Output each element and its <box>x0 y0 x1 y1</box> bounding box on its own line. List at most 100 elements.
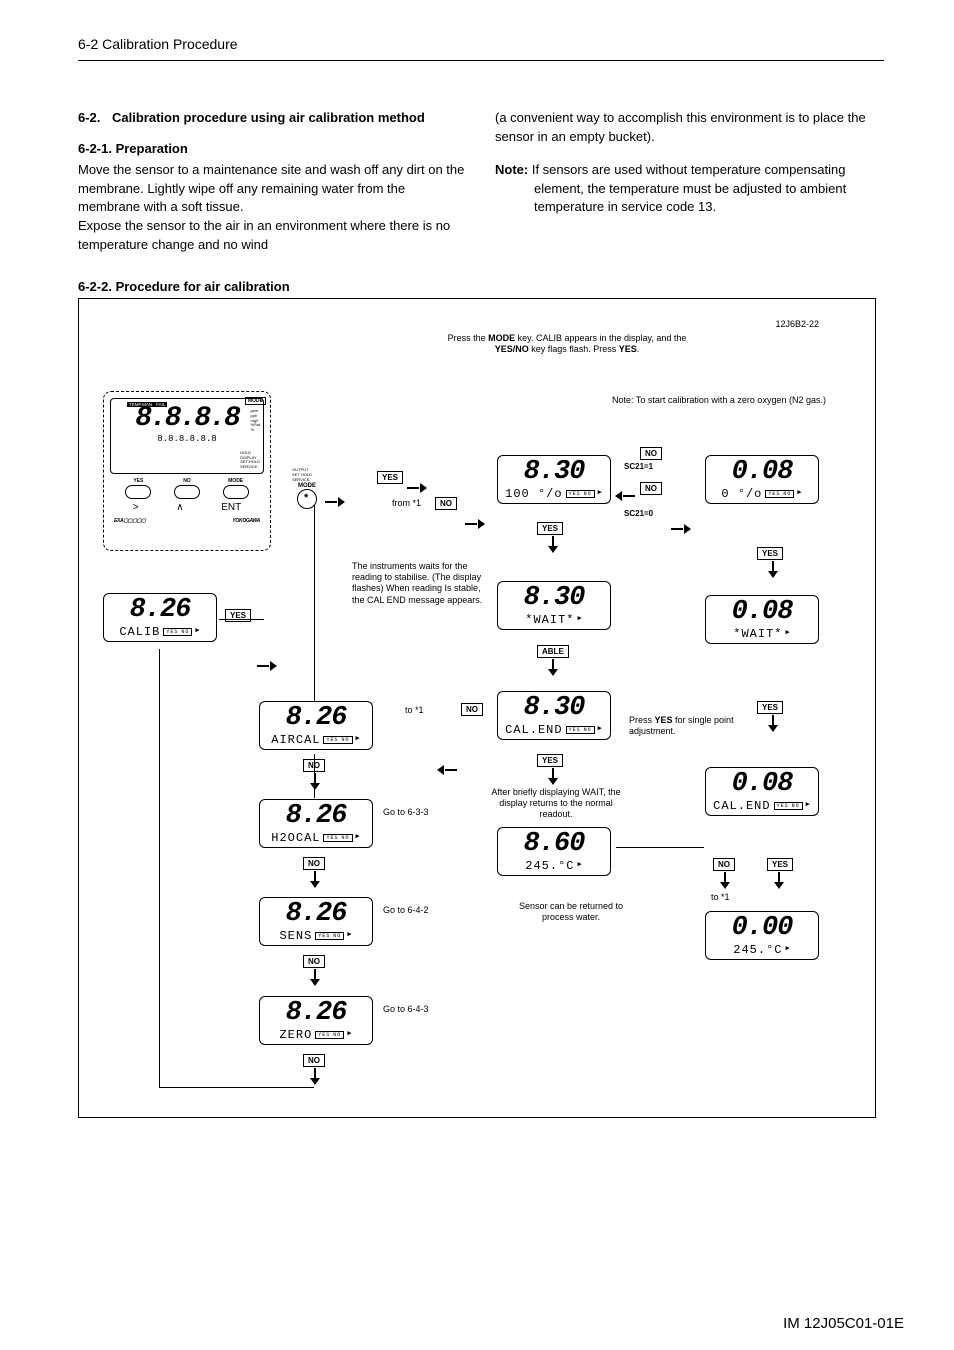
key-no: NO <box>303 1054 325 1067</box>
header-rule <box>78 60 884 61</box>
yes-no-icon: YESNO <box>566 726 595 734</box>
prep-body-b: Expose the sensor to the air in an envir… <box>78 217 467 255</box>
yes-no-icon: YESNO <box>774 802 803 810</box>
lcd-sub: SENS <box>279 929 312 943</box>
arrow-icon <box>547 536 559 554</box>
device-buttons-row1: YES NO MODE <box>110 478 264 499</box>
sensor-return-text: Sensor can be returned to process water. <box>511 901 631 924</box>
device-footer: EXA▢▢▢▢▢ YOKOGAWA <box>110 513 264 524</box>
lcd-sub: H2OCAL <box>271 831 320 845</box>
arrow-icon <box>325 497 345 507</box>
key-no: NO <box>303 955 325 968</box>
lcd-sub: *WAIT* <box>525 613 574 627</box>
after-wait-text: After briefly displaying WAIT, the displ… <box>491 787 621 821</box>
lcd-aircal: 8.26 AIRCALYESNO▶ <box>259 701 373 750</box>
page-header: 6-2 Calibration Procedure <box>78 36 884 52</box>
device-btn-yes[interactable] <box>125 485 151 499</box>
goto-633: Go to 6-3-3 <box>383 807 433 818</box>
arrow-icon <box>719 872 731 890</box>
note-body: If sensors are used without temperature … <box>532 162 846 215</box>
note-block: Note: If sensors are used without temper… <box>495 161 884 218</box>
lcd-sub: 245.°C <box>525 859 574 873</box>
arrow-icon <box>671 524 691 534</box>
device-units: ppm ppb mg/l %Sat % <box>250 409 260 433</box>
lcd-h2ocal: 8.26 H2OCALYESNO▶ <box>259 799 373 848</box>
arrow-icon <box>309 871 321 889</box>
intro-text: Press the MODE key. CALIB appears in the… <box>319 333 815 356</box>
zero-oxygen-note: Note: To start calibration with a zero o… <box>599 395 839 406</box>
to-star1-label: to *1 <box>405 705 424 716</box>
lcd-sub: 245.°C <box>733 943 782 957</box>
flow-line <box>616 847 704 848</box>
intro-yesno: YES/NO <box>495 344 529 354</box>
left-column: 6-2. Calibration procedure using air cal… <box>78 109 467 255</box>
arrow-icon <box>615 491 635 501</box>
key-yes: YES <box>757 701 783 714</box>
device-brand-right: YOKOGAWA <box>232 518 260 524</box>
goto-642: Go to 6-4-2 <box>383 905 433 916</box>
flow-line <box>219 619 264 620</box>
device-brand-left: EXA▢▢▢▢▢ <box>114 518 146 524</box>
diagram-frame: 12J6B2-22 Press the MODE key. CALIB appe… <box>78 298 876 1118</box>
key-no: NO <box>435 497 457 510</box>
arrow-icon <box>767 715 779 733</box>
arrow-icon <box>437 765 457 775</box>
intro-a: Press the <box>448 333 489 343</box>
flow-line <box>314 505 315 701</box>
device-topbar: TEMP.MAN FAIL <box>127 402 167 407</box>
yes-no-icon: YESNO <box>163 628 192 636</box>
key-able: ABLE <box>537 645 569 658</box>
lcd-sens: 8.26 SENSYESNO▶ <box>259 897 373 946</box>
lcd-sub: CAL.END <box>505 723 562 737</box>
intro-d: . <box>637 344 640 354</box>
topbar-fail: FAIL <box>156 402 165 407</box>
single-point-text: Press YES for single point adjustment. <box>629 715 739 738</box>
intro-mode-key: MODE <box>488 333 515 343</box>
body-columns: 6-2. Calibration procedure using air cal… <box>78 109 884 255</box>
key-no: NO <box>461 703 483 716</box>
device-btn-no[interactable] <box>174 485 200 499</box>
key-yes: YES <box>757 547 783 560</box>
device-buttons-row2: > ∧ ENT <box>110 499 264 513</box>
lcd-sub: CALIB <box>119 625 160 639</box>
footer-doc-code: IM 12J05C01-01E <box>783 1315 904 1332</box>
lcd-830-calend: 8.30 CAL.ENDYESNO▶ <box>497 691 611 740</box>
sc21-1-label: SC21=1 <box>624 462 653 472</box>
prep-body-a: Move the sensor to a maintenance site an… <box>78 161 467 218</box>
device-side-labels: OUTPUT SET HOLD SERVICE <box>292 468 312 482</box>
lcd-sub: CAL.END <box>713 799 770 813</box>
device-panel: TEMP.MAN FAIL MODE 8.8.8.8 8.8.8.8.8.8 p… <box>103 391 271 551</box>
arrow-icon <box>309 1068 321 1086</box>
lcd-008-calend: 0.08 CAL.ENDYESNO▶ <box>705 767 819 816</box>
arrow-icon <box>547 768 559 786</box>
key-yes: YES <box>377 471 403 484</box>
device-readout-sub: 8.8.8.8.8.8 <box>111 434 263 444</box>
lcd-830-100: 8.30 100 °/oYESNO▶ <box>497 455 611 504</box>
flow-line <box>314 754 315 798</box>
arrow-icon <box>309 773 321 791</box>
yes-no-icon: YESNO <box>315 932 344 940</box>
key-yes: YES <box>225 609 251 622</box>
lcd-zero: 8.26 ZEROYESNO▶ <box>259 996 373 1045</box>
arrow-icon <box>547 659 559 677</box>
lcd-calib: 8.26 CALIBYESNO▶ <box>103 593 217 642</box>
key-no: NO <box>640 447 662 460</box>
yes-no-icon: YESNO <box>765 490 794 498</box>
lcd-008-wait: 0.08 *WAIT*▶ <box>705 595 819 644</box>
key-yes: YES <box>537 754 563 767</box>
device-mode-tag: MODE <box>245 397 266 405</box>
section-title: 6-2. Calibration procedure using air cal… <box>78 109 467 128</box>
arrow-icon <box>309 969 321 987</box>
lcd-sub: *WAIT* <box>733 627 782 641</box>
col2-para: (a convenient way to accomplish this env… <box>495 109 884 147</box>
yes-no-icon: YESNO <box>315 1031 344 1039</box>
flow-line <box>159 1087 314 1088</box>
to-star1-2: to *1 <box>711 892 730 903</box>
key-no: NO <box>303 857 325 870</box>
lcd-sub: 0 °/o <box>721 487 762 501</box>
device-screen: TEMP.MAN FAIL MODE 8.8.8.8 8.8.8.8.8.8 p… <box>110 398 264 474</box>
lcd-000-245: 0.00 245.°C▶ <box>705 911 819 960</box>
yes-no-icon: YESNO <box>323 834 352 842</box>
arrow-icon <box>767 561 779 579</box>
device-btn-mode[interactable] <box>223 485 249 499</box>
